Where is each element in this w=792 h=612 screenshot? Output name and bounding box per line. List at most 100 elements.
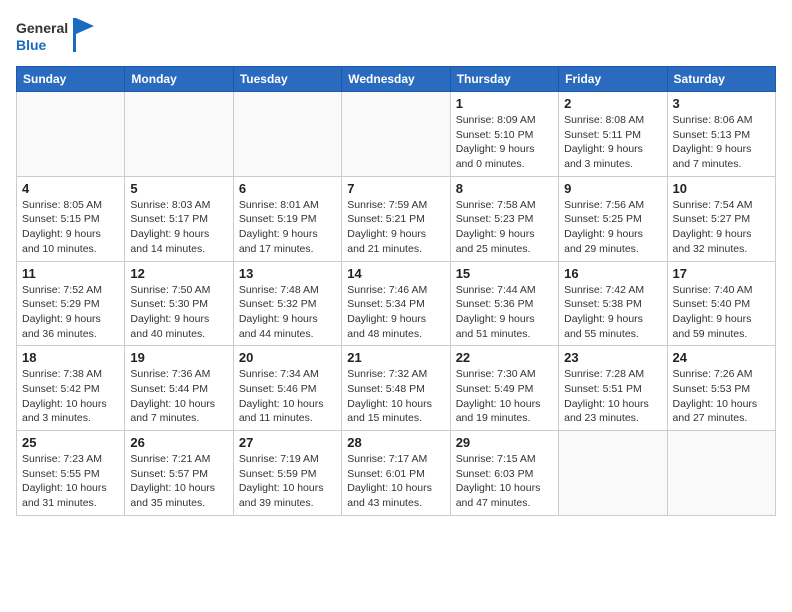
day-info: Sunrise: 7:42 AM Sunset: 5:38 PM Dayligh… (564, 283, 661, 342)
day-header-wednesday: Wednesday (342, 67, 450, 92)
day-number: 18 (22, 350, 119, 365)
calendar-cell: 28Sunrise: 7:17 AM Sunset: 6:01 PM Dayli… (342, 431, 450, 516)
day-info: Sunrise: 7:58 AM Sunset: 5:23 PM Dayligh… (456, 198, 553, 257)
day-number: 11 (22, 266, 119, 281)
calendar-week-1: 1 Sunrise: 8:09 AM Sunset: 5:10 PM Daylig… (17, 92, 776, 177)
day-number: 8 (456, 181, 553, 196)
day-info: Sunrise: 7:40 AM Sunset: 5:40 PM Dayligh… (673, 283, 770, 342)
day-info: Sunrise: 7:52 AM Sunset: 5:29 PM Dayligh… (22, 283, 119, 342)
calendar-cell: 7 Sunrise: 7:59 AM Sunset: 5:21 PM Daylig… (342, 176, 450, 261)
calendar-cell: 23 Sunrise: 7:28 AM Sunset: 5:51 PM Dayli… (559, 346, 667, 431)
day-number: 27 (239, 435, 336, 450)
day-info: Sunrise: 7:15 AM Sunset: 6:03 PM Dayligh… (456, 452, 553, 511)
day-number: 20 (239, 350, 336, 365)
calendar-week-3: 11 Sunrise: 7:52 AM Sunset: 5:29 PM Dayli… (17, 261, 776, 346)
day-info: Sunrise: 8:01 AM Sunset: 5:19 PM Dayligh… (239, 198, 336, 257)
day-number: 12 (130, 266, 227, 281)
day-info: Sunrise: 8:05 AM Sunset: 5:15 PM Dayligh… (22, 198, 119, 257)
day-info: Sunrise: 7:34 AM Sunset: 5:46 PM Dayligh… (239, 367, 336, 426)
svg-text:General: General (16, 20, 68, 36)
calendar-cell: 25 Sunrise: 7:23 AM Sunset: 5:55 PM Dayli… (17, 431, 125, 516)
calendar-week-4: 18 Sunrise: 7:38 AM Sunset: 5:42 PM Dayli… (17, 346, 776, 431)
day-number: 9 (564, 181, 661, 196)
day-header-friday: Friday (559, 67, 667, 92)
page-header: GeneralBlue (16, 16, 776, 54)
calendar-cell: 17 Sunrise: 7:40 AM Sunset: 5:40 PM Dayli… (667, 261, 775, 346)
calendar-week-5: 25 Sunrise: 7:23 AM Sunset: 5:55 PM Dayli… (17, 431, 776, 516)
calendar-cell (342, 92, 450, 177)
calendar-cell: 16Sunrise: 7:42 AM Sunset: 5:38 PM Dayli… (559, 261, 667, 346)
calendar-header-row: SundayMondayTuesdayWednesdayThursdayFrid… (17, 67, 776, 92)
calendar-cell (125, 92, 233, 177)
day-info: Sunrise: 7:46 AM Sunset: 5:34 PM Dayligh… (347, 283, 444, 342)
calendar-cell: 8 Sunrise: 7:58 AM Sunset: 5:23 PM Daylig… (450, 176, 558, 261)
day-number: 7 (347, 181, 444, 196)
calendar-cell: 3 Sunrise: 8:06 AM Sunset: 5:13 PM Daylig… (667, 92, 775, 177)
day-header-saturday: Saturday (667, 67, 775, 92)
calendar-cell: 13Sunrise: 7:48 AM Sunset: 5:32 PM Dayli… (233, 261, 341, 346)
day-info: Sunrise: 7:26 AM Sunset: 5:53 PM Dayligh… (673, 367, 770, 426)
day-info: Sunrise: 7:54 AM Sunset: 5:27 PM Dayligh… (673, 198, 770, 257)
day-info: Sunrise: 8:08 AM Sunset: 5:11 PM Dayligh… (564, 113, 661, 172)
day-number: 15 (456, 266, 553, 281)
logo: GeneralBlue (16, 16, 96, 54)
day-info: Sunrise: 7:19 AM Sunset: 5:59 PM Dayligh… (239, 452, 336, 511)
day-info: Sunrise: 7:38 AM Sunset: 5:42 PM Dayligh… (22, 367, 119, 426)
calendar-cell: 12 Sunrise: 7:50 AM Sunset: 5:30 PM Dayli… (125, 261, 233, 346)
day-info: Sunrise: 7:28 AM Sunset: 5:51 PM Dayligh… (564, 367, 661, 426)
day-number: 1 (456, 96, 553, 111)
day-header-tuesday: Tuesday (233, 67, 341, 92)
calendar-cell: 26Sunrise: 7:21 AM Sunset: 5:57 PM Dayli… (125, 431, 233, 516)
day-info: Sunrise: 7:59 AM Sunset: 5:21 PM Dayligh… (347, 198, 444, 257)
calendar-cell: 21 Sunrise: 7:32 AM Sunset: 5:48 PM Dayli… (342, 346, 450, 431)
calendar-cell (17, 92, 125, 177)
calendar-cell: 10 Sunrise: 7:54 AM Sunset: 5:27 PM Dayli… (667, 176, 775, 261)
day-info: Sunrise: 8:06 AM Sunset: 5:13 PM Dayligh… (673, 113, 770, 172)
day-number: 28 (347, 435, 444, 450)
day-number: 14 (347, 266, 444, 281)
calendar-table: SundayMondayTuesdayWednesdayThursdayFrid… (16, 66, 776, 516)
day-number: 19 (130, 350, 227, 365)
day-number: 5 (130, 181, 227, 196)
calendar-cell (667, 431, 775, 516)
calendar-cell: 5Sunrise: 8:03 AM Sunset: 5:17 PM Daylig… (125, 176, 233, 261)
day-number: 29 (456, 435, 553, 450)
calendar-cell: 15 Sunrise: 7:44 AM Sunset: 5:36 PM Dayli… (450, 261, 558, 346)
day-header-sunday: Sunday (17, 67, 125, 92)
day-info: Sunrise: 7:56 AM Sunset: 5:25 PM Dayligh… (564, 198, 661, 257)
day-number: 17 (673, 266, 770, 281)
calendar-cell: 4Sunrise: 8:05 AM Sunset: 5:15 PM Daylig… (17, 176, 125, 261)
calendar-cell: 19 Sunrise: 7:36 AM Sunset: 5:44 PM Dayli… (125, 346, 233, 431)
day-info: Sunrise: 7:30 AM Sunset: 5:49 PM Dayligh… (456, 367, 553, 426)
day-number: 22 (456, 350, 553, 365)
day-number: 3 (673, 96, 770, 111)
calendar-cell (233, 92, 341, 177)
calendar-cell: 9 Sunrise: 7:56 AM Sunset: 5:25 PM Daylig… (559, 176, 667, 261)
day-header-monday: Monday (125, 67, 233, 92)
calendar-cell: 24 Sunrise: 7:26 AM Sunset: 5:53 PM Dayli… (667, 346, 775, 431)
day-header-thursday: Thursday (450, 67, 558, 92)
day-info: Sunrise: 7:21 AM Sunset: 5:57 PM Dayligh… (130, 452, 227, 511)
day-number: 2 (564, 96, 661, 111)
day-info: Sunrise: 7:48 AM Sunset: 5:32 PM Dayligh… (239, 283, 336, 342)
day-number: 6 (239, 181, 336, 196)
day-info: Sunrise: 8:09 AM Sunset: 5:10 PM Dayligh… (456, 113, 553, 172)
day-number: 24 (673, 350, 770, 365)
calendar-cell: 27 Sunrise: 7:19 AM Sunset: 5:59 PM Dayli… (233, 431, 341, 516)
day-number: 21 (347, 350, 444, 365)
day-number: 25 (22, 435, 119, 450)
day-info: Sunrise: 7:23 AM Sunset: 5:55 PM Dayligh… (22, 452, 119, 511)
day-number: 23 (564, 350, 661, 365)
day-info: Sunrise: 7:32 AM Sunset: 5:48 PM Dayligh… (347, 367, 444, 426)
calendar-cell: 1 Sunrise: 8:09 AM Sunset: 5:10 PM Daylig… (450, 92, 558, 177)
calendar-cell: 2 Sunrise: 8:08 AM Sunset: 5:11 PM Daylig… (559, 92, 667, 177)
day-info: Sunrise: 7:44 AM Sunset: 5:36 PM Dayligh… (456, 283, 553, 342)
day-info: Sunrise: 7:36 AM Sunset: 5:44 PM Dayligh… (130, 367, 227, 426)
day-number: 10 (673, 181, 770, 196)
day-info: Sunrise: 7:50 AM Sunset: 5:30 PM Dayligh… (130, 283, 227, 342)
calendar-cell: 6 Sunrise: 8:01 AM Sunset: 5:19 PM Daylig… (233, 176, 341, 261)
calendar-cell (559, 431, 667, 516)
calendar-cell: 14 Sunrise: 7:46 AM Sunset: 5:34 PM Dayli… (342, 261, 450, 346)
calendar-cell: 11 Sunrise: 7:52 AM Sunset: 5:29 PM Dayli… (17, 261, 125, 346)
calendar-cell: 18 Sunrise: 7:38 AM Sunset: 5:42 PM Dayli… (17, 346, 125, 431)
